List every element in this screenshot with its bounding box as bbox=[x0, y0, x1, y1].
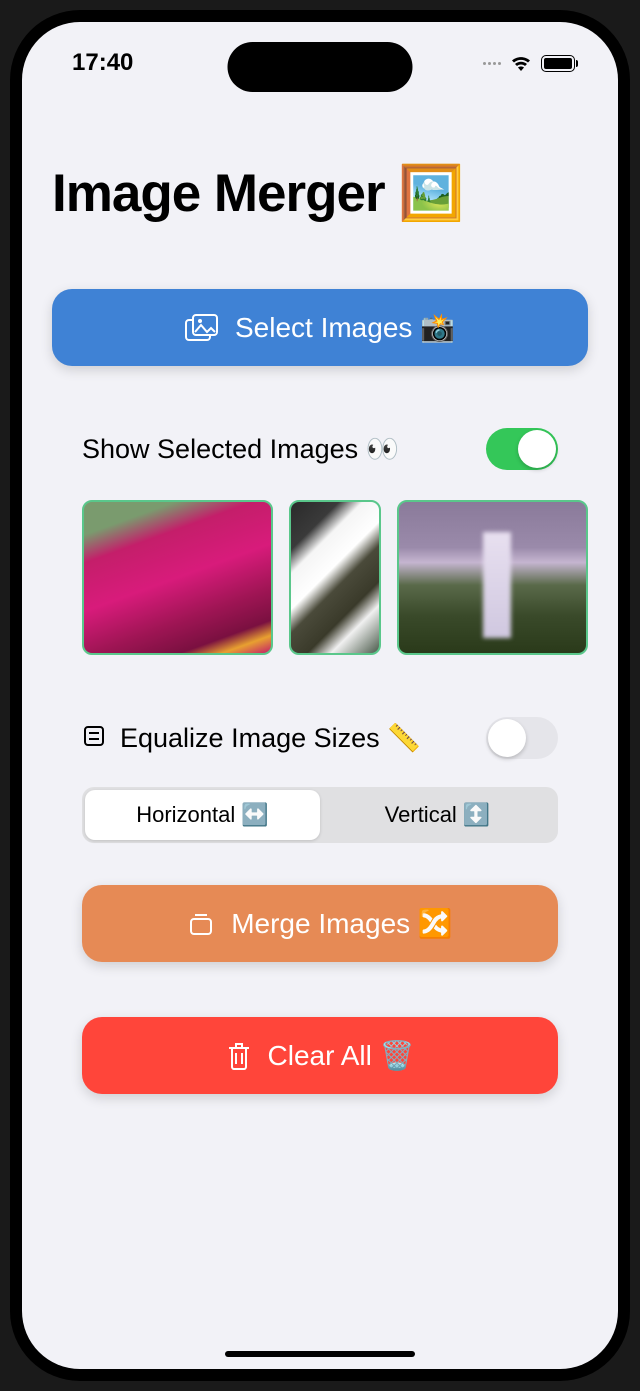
select-images-button[interactable]: Select Images 📸 bbox=[52, 289, 588, 366]
direction-vertical[interactable]: Vertical ↕️ bbox=[320, 790, 555, 840]
photos-icon bbox=[185, 314, 219, 342]
clear-all-button[interactable]: Clear All 🗑️ bbox=[82, 1017, 558, 1094]
wifi-icon bbox=[509, 54, 533, 72]
trash-icon bbox=[226, 1041, 252, 1071]
thumbnail[interactable] bbox=[289, 500, 380, 655]
thumbnail[interactable] bbox=[82, 500, 273, 655]
stack-icon bbox=[187, 910, 215, 938]
show-selected-label: Show Selected Images 👀 bbox=[82, 433, 399, 465]
merge-images-button[interactable]: Merge Images 🔀 bbox=[82, 885, 558, 962]
select-images-label: Select Images 📸 bbox=[235, 311, 455, 344]
cellular-dots-icon bbox=[483, 62, 501, 65]
direction-horizontal[interactable]: Horizontal ↔️ bbox=[85, 790, 320, 840]
page-title: Image Merger 🖼️ bbox=[52, 162, 588, 224]
notch bbox=[228, 42, 413, 92]
status-icons bbox=[483, 54, 578, 72]
thumbnail[interactable] bbox=[397, 500, 588, 655]
equalize-toggle[interactable] bbox=[486, 717, 558, 759]
battery-icon bbox=[541, 55, 578, 72]
merge-images-label: Merge Images 🔀 bbox=[231, 907, 453, 940]
home-indicator[interactable] bbox=[225, 1351, 415, 1357]
equalize-icon bbox=[82, 724, 106, 753]
clear-all-label: Clear All 🗑️ bbox=[268, 1039, 415, 1072]
status-time: 17:40 bbox=[72, 49, 133, 77]
equalize-label: Equalize Image Sizes 📏 bbox=[120, 722, 421, 754]
show-selected-toggle[interactable] bbox=[486, 428, 558, 470]
thumbnail-list bbox=[82, 500, 588, 655]
direction-segmented-control: Horizontal ↔️ Vertical ↕️ bbox=[82, 787, 558, 843]
